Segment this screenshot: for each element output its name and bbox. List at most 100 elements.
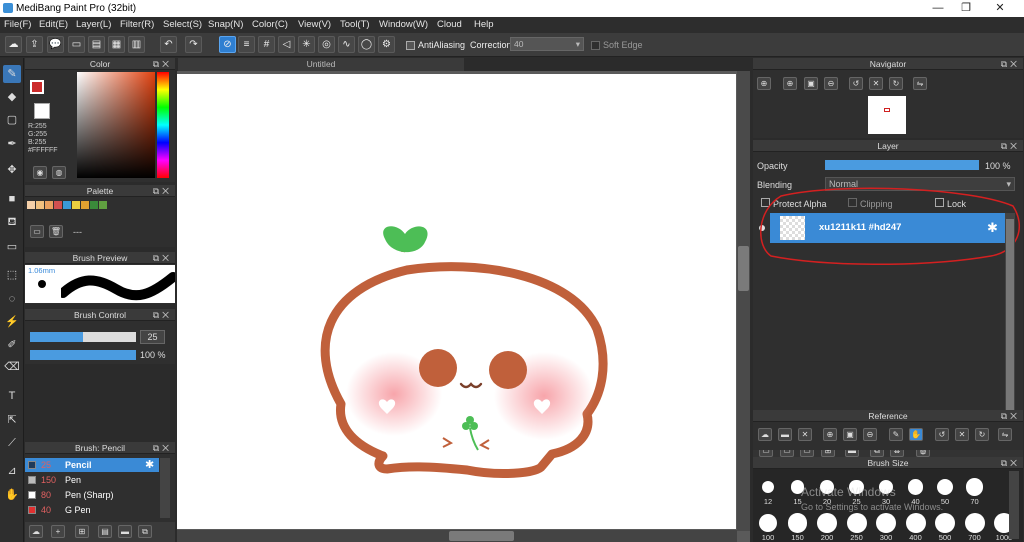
brush-size-dot[interactable] — [817, 513, 837, 533]
palette-swatch[interactable] — [81, 201, 89, 209]
snap-parallel-icon[interactable]: ≡ — [238, 36, 255, 53]
gradient-tool-icon[interactable]: ▭ — [3, 238, 21, 256]
brush-size-dot[interactable] — [964, 513, 985, 533]
menu-color[interactable]: Color(C) — [252, 19, 288, 30]
snap-curve-icon[interactable]: ∿ — [338, 36, 355, 53]
brush-size-dot[interactable] — [935, 513, 955, 533]
menu-snap[interactable]: Snap(N) — [208, 19, 243, 30]
operation-tool-icon[interactable]: ⇱ — [3, 411, 21, 429]
menu-select[interactable]: Select(S) — [163, 19, 202, 30]
lasso-tool-icon[interactable]: ◌ — [3, 290, 21, 308]
horizontal-scroll-thumb[interactable] — [449, 531, 514, 541]
brush-item[interactable]: 80 Pen (Sharp) — [25, 488, 159, 502]
menu-edit[interactable]: Edit(E) — [39, 19, 68, 30]
hand-tool-icon[interactable]: ✋ — [3, 486, 21, 504]
ref-flip-icon[interactable]: ⇋ — [998, 428, 1012, 441]
select-pen-tool-icon[interactable]: ✐ — [3, 336, 21, 354]
snap-ellipse-icon[interactable]: ◯ — [358, 36, 375, 53]
ref-rotate-left-icon[interactable]: ↺ — [935, 428, 949, 441]
zoom-reset-icon[interactable]: ⊕ — [783, 77, 797, 90]
panel-controls-icon[interactable]: ⧉✕ — [1001, 140, 1020, 152]
menu-tool[interactable]: Tool(T) — [340, 19, 370, 30]
brush-size-slider[interactable] — [30, 332, 136, 342]
fit-icon[interactable]: ▣ — [804, 77, 818, 90]
layout-icon[interactable]: ▥ — [128, 36, 145, 53]
menu-layer[interactable]: Layer(L) — [76, 19, 111, 30]
brush-item[interactable]: 40 G Pen — [25, 503, 159, 517]
brush-size-dot[interactable] — [936, 478, 954, 496]
snap-settings-icon[interactable]: ⚙ — [378, 36, 395, 53]
brush-settings-gear-icon[interactable]: ✱ — [145, 458, 154, 471]
add-palette-icon[interactable]: ▭ — [30, 225, 44, 238]
layer-opacity-slider[interactable] — [825, 160, 979, 170]
upload-icon[interactable]: ⇪ — [26, 36, 43, 53]
save-icon[interactable]: ▤ — [88, 36, 105, 53]
ref-zoom-in-icon[interactable]: ⊕ — [823, 428, 837, 441]
brush-item[interactable]: 25 Pencil ✱ — [25, 458, 159, 472]
palette-swatch[interactable] — [72, 201, 80, 209]
magic-wand-tool-icon[interactable]: ⚡ — [3, 313, 21, 331]
brush-size-dot[interactable] — [907, 479, 924, 495]
delete-palette-icon[interactable]: 🗑 — [49, 225, 63, 238]
panel-controls-icon[interactable]: ⧉✕ — [153, 252, 172, 264]
brush-size-dot[interactable] — [761, 480, 775, 494]
menu-cloud[interactable]: Cloud — [437, 19, 462, 30]
canvas-horizontal-scrollbar[interactable] — [177, 530, 737, 542]
navigator-viewport[interactable] — [884, 108, 890, 112]
brush-item[interactable]: 150 Pen — [25, 473, 159, 487]
eraser-tool-icon[interactable]: ◆ — [3, 88, 21, 106]
brush-copy-icon[interactable]: ⧉ — [138, 525, 152, 538]
cloud-icon[interactable]: ☁ — [5, 36, 22, 53]
panel-controls-icon[interactable]: ⧉✕ — [1001, 457, 1020, 469]
ref-zoom-out-icon[interactable]: ⊖ — [863, 428, 877, 441]
menu-filter[interactable]: Filter(R) — [120, 19, 154, 30]
brush-size-dot[interactable] — [876, 513, 896, 533]
main-color-swatch[interactable] — [30, 80, 44, 94]
panel-controls-icon[interactable]: ⧉✕ — [153, 58, 172, 70]
brush-size-dot[interactable] — [905, 513, 926, 533]
ref-cloud-icon[interactable]: ☁ — [758, 428, 772, 441]
flip-icon[interactable]: ⇋ — [913, 77, 927, 90]
brush-size-value[interactable]: 25 — [140, 330, 165, 344]
menu-view[interactable]: View(V) — [298, 19, 331, 30]
pen-tool-icon[interactable]: ✒ — [3, 135, 21, 153]
panel-controls-icon[interactable]: ⧉✕ — [1001, 410, 1020, 422]
palette-swatch[interactable] — [45, 201, 53, 209]
saturation-value-picker[interactable] — [77, 72, 155, 178]
rotate-left-icon[interactable]: ↺ — [849, 77, 863, 90]
rotate-right-icon[interactable]: ↻ — [889, 77, 903, 90]
ref-rotate-right-icon[interactable]: ↻ — [975, 428, 989, 441]
drawing-canvas[interactable] — [177, 74, 736, 529]
brush-tool-icon[interactable]: ✎ — [3, 65, 21, 83]
comment-icon[interactable]: 💬 — [47, 36, 64, 53]
snap-perspective-icon[interactable]: ◁ — [278, 36, 295, 53]
layer-scroll-thumb[interactable] — [1006, 219, 1014, 419]
redo-icon[interactable]: ↷ — [185, 36, 202, 53]
brush-size-scrollbar[interactable] — [1009, 471, 1019, 539]
menu-help[interactable]: Help — [474, 19, 494, 30]
palette-swatch[interactable] — [27, 201, 35, 209]
palette-swatch[interactable] — [54, 201, 62, 209]
divide-tool-icon[interactable]: ⟋ — [3, 434, 21, 452]
palette-swatch[interactable] — [90, 201, 98, 209]
brush-size-dot[interactable] — [846, 513, 867, 533]
antialiasing-checkbox[interactable] — [406, 41, 415, 50]
ref-close-icon[interactable]: ✕ — [798, 428, 812, 441]
color-palette-icon[interactable]: ◍ — [52, 166, 66, 179]
ref-eyedropper-icon[interactable]: ✎ — [889, 428, 903, 441]
brush-list-scrollbar[interactable] — [160, 458, 170, 518]
new-file-icon[interactable]: ▭ — [68, 36, 85, 53]
zoom-in-icon[interactable]: ⊕ — [757, 77, 771, 90]
snap-off-icon[interactable]: ⊘ — [219, 36, 236, 53]
palette-swatches[interactable] — [27, 201, 157, 209]
color-mode-icon[interactable]: ◉ — [33, 166, 47, 179]
fill-rect-tool-icon[interactable]: ■ — [3, 190, 21, 208]
move-tool-icon[interactable]: ✥ — [3, 161, 21, 179]
menu-window[interactable]: Window(W) — [379, 19, 428, 30]
sub-color-swatch[interactable] — [34, 103, 50, 119]
select-tool-icon[interactable]: ⬚ — [3, 266, 21, 284]
ref-fit-icon[interactable]: ▣ — [843, 428, 857, 441]
brush-cloud-icon[interactable]: ☁ — [29, 525, 43, 538]
ref-rotate-reset-icon[interactable]: ✕ — [955, 428, 969, 441]
palette-swatch[interactable] — [99, 201, 107, 209]
